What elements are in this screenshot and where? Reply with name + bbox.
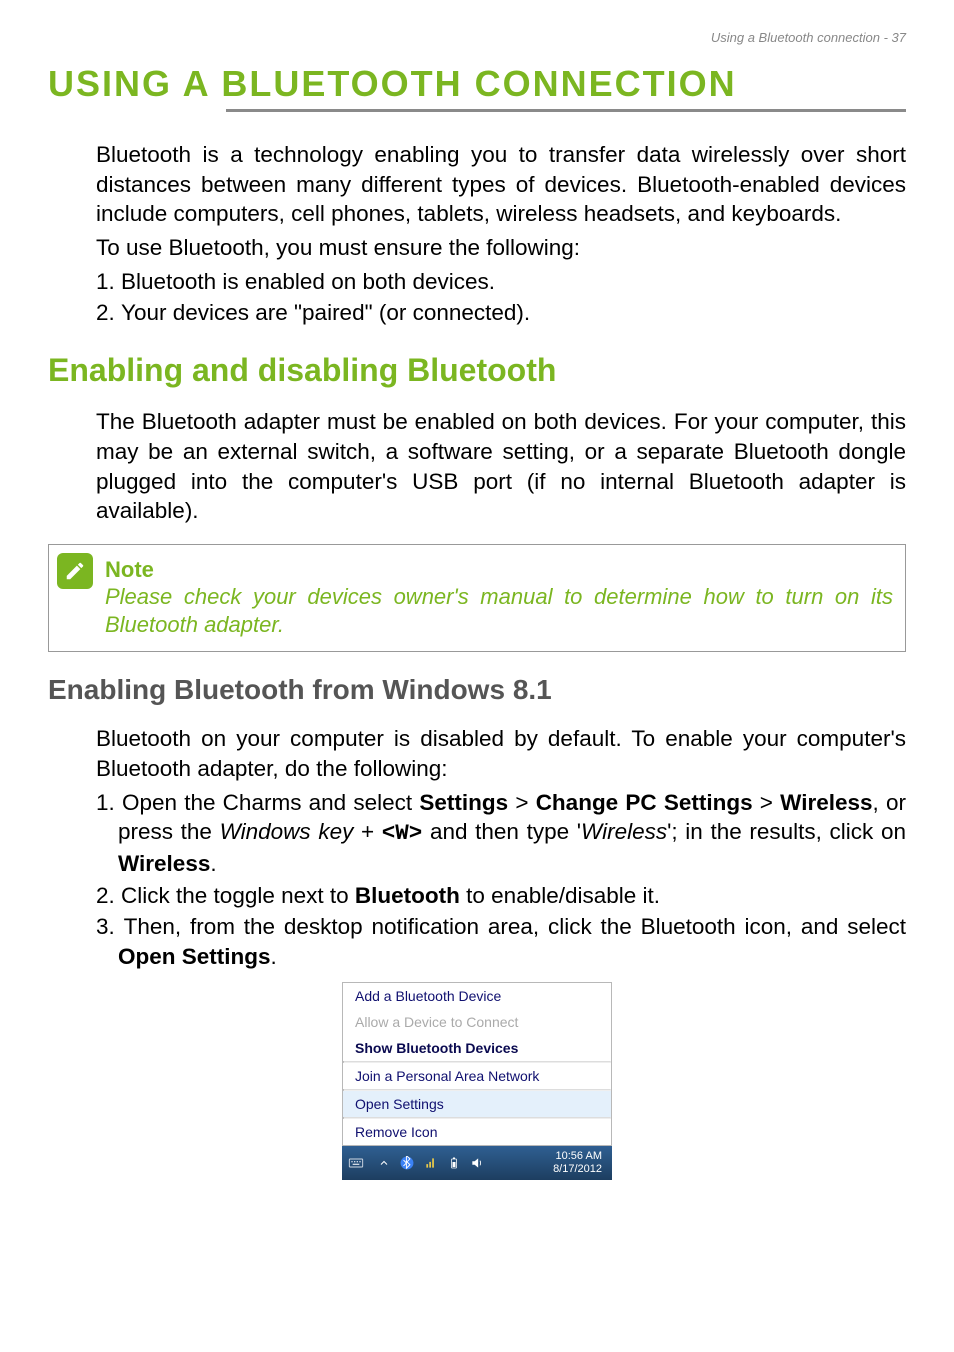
tray-icons (378, 1156, 484, 1170)
label-open-settings: Open Settings (118, 944, 271, 969)
taskbar: 10:56 AM 8/17/2012 (342, 1146, 612, 1180)
intro-paragraph: Bluetooth is a technology enabling you t… (96, 140, 906, 229)
label-settings: Settings (419, 790, 508, 815)
step-text: > (508, 790, 536, 815)
menu-item-add-device[interactable]: Add a Bluetooth Device (343, 983, 611, 1009)
list-item: Then, from the desktop notification area… (96, 912, 906, 971)
ensure-line: To use Bluetooth, you must ensure the fo… (96, 233, 906, 263)
step-text: to enable/disable it. (460, 883, 660, 908)
page-title: USING A BLUETOOTH CONNECTION (48, 63, 906, 105)
label-wireless: Wireless (780, 790, 872, 815)
title-rule (226, 109, 906, 112)
ensure-steps: Bluetooth is enabled on both devices. Yo… (96, 267, 906, 328)
menu-item-open-settings[interactable]: Open Settings (343, 1091, 611, 1117)
key-w: <W> (382, 820, 423, 846)
section2-intro: Bluetooth on your computer is disabled b… (96, 724, 906, 783)
list-item: Open the Charms and select Settings > Ch… (96, 788, 906, 879)
step-text: + (353, 819, 381, 844)
note-title: Note (105, 553, 893, 583)
note-box: Note Please check your devices owner's m… (48, 544, 906, 652)
list-item: Your devices are "paired" (or connected)… (96, 298, 906, 328)
step-text: . (210, 851, 216, 876)
network-icon[interactable] (424, 1156, 438, 1170)
chevron-up-icon[interactable] (378, 1157, 390, 1169)
menu-item-join-pan[interactable]: Join a Personal Area Network (343, 1063, 611, 1089)
section-heading-enabling: Enabling and disabling Bluetooth (48, 352, 906, 389)
step-text: '; in the results, click on (667, 819, 906, 844)
keyboard-icon[interactable] (348, 1155, 364, 1171)
volume-icon[interactable] (470, 1156, 484, 1170)
pencil-icon (64, 560, 86, 582)
list-item: Click the toggle next to Bluetooth to en… (96, 881, 906, 911)
section1-body: The Bluetooth adapter must be enabled on… (96, 407, 906, 526)
menu-item-show-devices[interactable]: Show Bluetooth Devices (343, 1035, 611, 1061)
label-windows-key: Windows key (220, 819, 354, 844)
win81-steps: Open the Charms and select Settings > Ch… (96, 788, 906, 972)
label-wireless-search: Wireless (581, 819, 667, 844)
step-text: Then, from the desktop notification area… (124, 914, 906, 939)
note-icon (57, 553, 93, 589)
battery-icon[interactable] (448, 1156, 460, 1170)
step-text: > (753, 790, 781, 815)
label-bluetooth: Bluetooth (355, 883, 460, 908)
menu-item-remove-icon[interactable]: Remove Icon (343, 1119, 611, 1145)
section-heading-win81: Enabling Bluetooth from Windows 8.1 (48, 674, 906, 706)
bluetooth-icon[interactable] (400, 1156, 414, 1170)
step-text: and then type ' (422, 819, 581, 844)
step-text: . (271, 944, 277, 969)
bluetooth-context-menu-screenshot: Add a Bluetooth Device Allow a Device to… (342, 982, 612, 1180)
menu-item-allow-connect: Allow a Device to Connect (343, 1009, 611, 1035)
clock-date: 8/17/2012 (553, 1163, 602, 1176)
label-change-pc: Change PC Settings (536, 790, 753, 815)
label-wireless-result: Wireless (118, 851, 210, 876)
list-item: Bluetooth is enabled on both devices. (96, 267, 906, 297)
note-body: Please check your devices owner's manual… (105, 583, 893, 639)
step-text: Open the Charms and select (122, 790, 419, 815)
step-text: Click the toggle next to (121, 883, 355, 908)
taskbar-clock[interactable]: 10:56 AM 8/17/2012 (553, 1150, 606, 1175)
clock-time: 10:56 AM (553, 1150, 602, 1163)
context-menu: Add a Bluetooth Device Allow a Device to… (342, 982, 612, 1146)
page-header: Using a Bluetooth connection - 37 (48, 30, 906, 45)
